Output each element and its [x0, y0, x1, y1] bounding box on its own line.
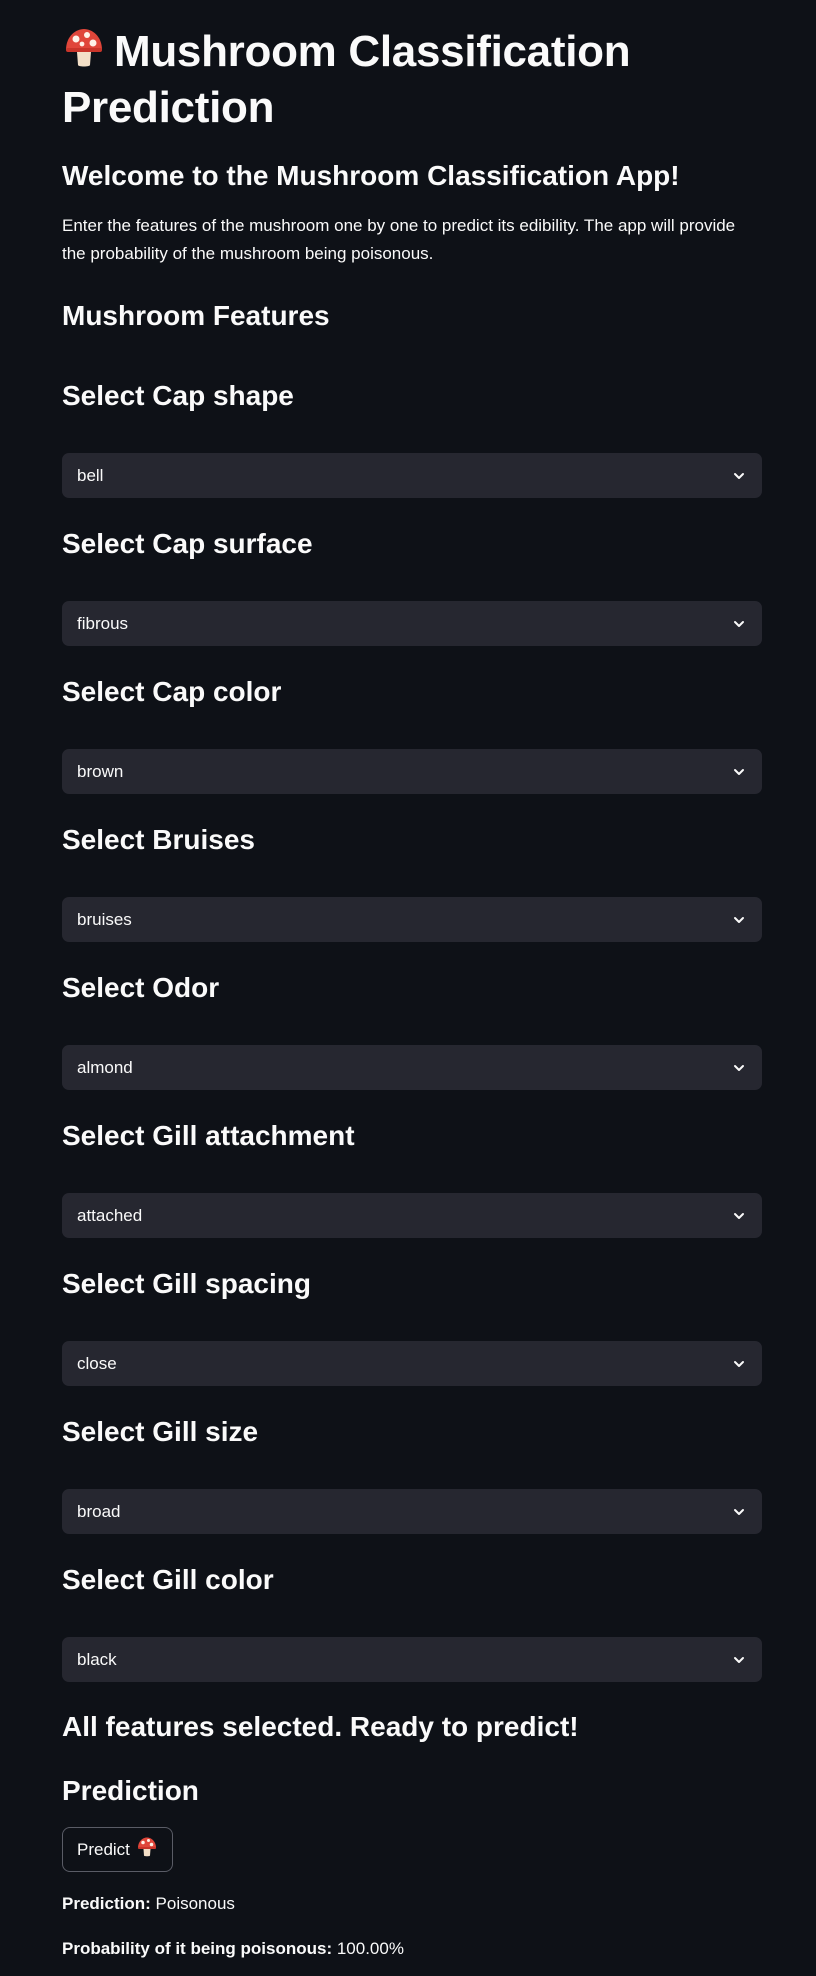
chevron-down-icon [731, 1504, 747, 1520]
probability-result: Probability of it being poisonous: 100.0… [62, 1937, 404, 1961]
cap-surface-label: Select Cap surface [62, 528, 313, 559]
cap-color-value: brown [77, 761, 124, 781]
predict-button[interactable]: Predict [62, 1827, 173, 1872]
cap-shape-select[interactable]: bell [62, 453, 762, 498]
page-title: Mushroom Classification Prediction [62, 26, 762, 134]
prediction-result-value: Poisonous [155, 1894, 235, 1913]
chevron-down-icon [731, 1356, 747, 1372]
mushroom-icon [136, 1836, 158, 1863]
cap-shape-label: Select Cap shape [62, 380, 294, 411]
prediction-result: Prediction: Poisonous [62, 1892, 235, 1916]
intro-text: Enter the features of the mushroom one b… [62, 216, 736, 263]
gill-attachment-value: attached [77, 1205, 143, 1225]
gill-size-label: Select Gill size [62, 1416, 259, 1447]
cap-shape-value: bell [77, 465, 104, 485]
cap-color-select[interactable]: brown [62, 749, 762, 794]
cap-surface-select[interactable]: fibrous [62, 601, 762, 646]
probability-result-label: Probability of it being poisonous: [62, 1939, 333, 1958]
chevron-down-icon [731, 1060, 747, 1076]
gill-attachment-select[interactable]: attached [62, 1193, 762, 1238]
gill-spacing-label: Select Gill spacing [62, 1268, 311, 1299]
gill-color-select[interactable]: black [62, 1637, 762, 1682]
chevron-down-icon [731, 616, 747, 632]
cap-surface-value: fibrous [77, 613, 129, 633]
gill-spacing-value: close [77, 1353, 117, 1373]
features-heading: Mushroom Features [62, 300, 330, 331]
gill-color-value: black [77, 1649, 117, 1669]
bruises-select[interactable]: bruises [62, 897, 762, 942]
odor-label: Select Odor [62, 972, 220, 1003]
gill-size-value: broad [77, 1501, 121, 1521]
prediction-heading: Prediction [62, 1775, 199, 1806]
chevron-down-icon [731, 1208, 747, 1224]
gill-size-select[interactable]: broad [62, 1489, 762, 1534]
prediction-result-label: Prediction: [62, 1894, 151, 1913]
odor-select[interactable]: almond [62, 1045, 762, 1090]
chevron-down-icon [731, 764, 747, 780]
chevron-down-icon [731, 1652, 747, 1668]
welcome-heading: Welcome to the Mushroom Classification A… [62, 160, 680, 191]
chevron-down-icon [731, 468, 747, 484]
gill-color-label: Select Gill color [62, 1564, 274, 1595]
chevron-down-icon [731, 912, 747, 928]
mushroom-icon [62, 26, 106, 82]
probability-result-value: 100.00% [336, 1939, 404, 1958]
predict-button-label: Predict [77, 1839, 130, 1859]
bruises-label: Select Bruises [62, 824, 255, 855]
ready-status: All features selected. Ready to predict! [62, 1711, 579, 1742]
gill-attachment-label: Select Gill attachment [62, 1120, 355, 1151]
odor-value: almond [77, 1057, 133, 1077]
page-title-text: Mushroom Classification Prediction [62, 27, 631, 132]
bruises-value: bruises [77, 909, 132, 929]
gill-spacing-select[interactable]: close [62, 1341, 762, 1386]
cap-color-label: Select Cap color [62, 676, 282, 707]
